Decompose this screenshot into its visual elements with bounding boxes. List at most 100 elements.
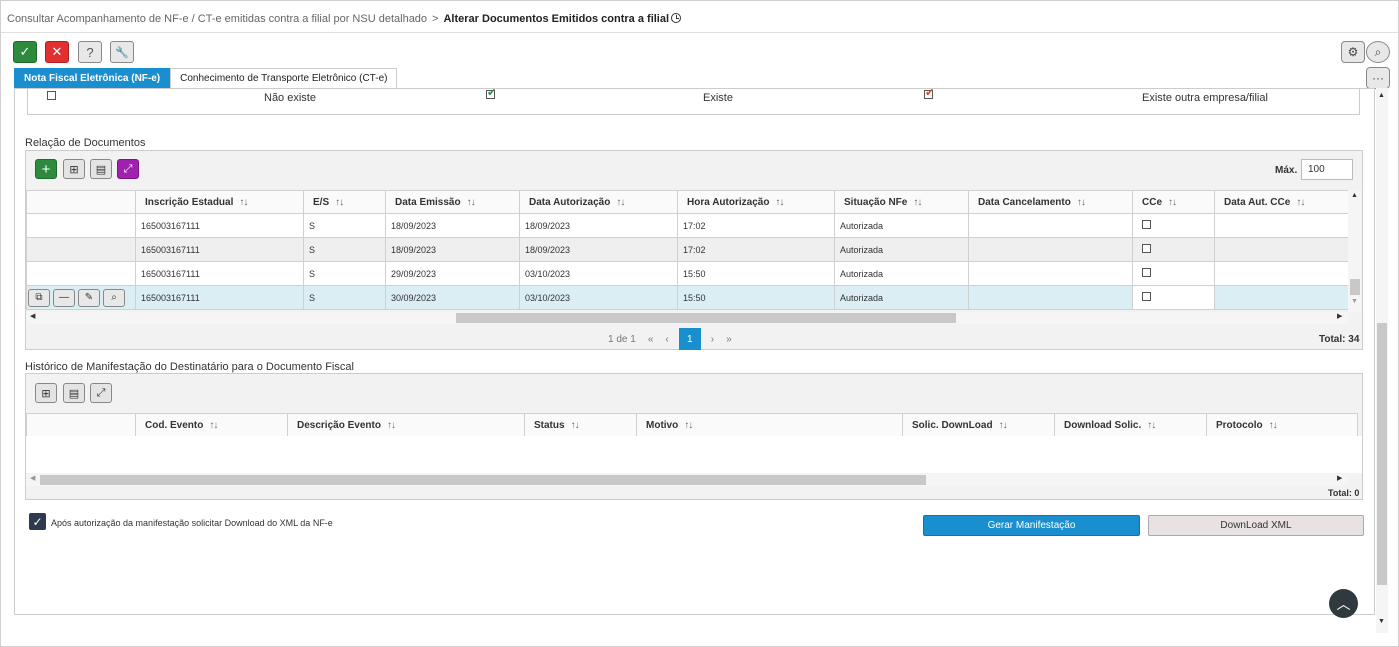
scroll-down-icon[interactable]: ▼ [1378, 618, 1385, 625]
scroll-up-icon[interactable]: ▲ [1351, 192, 1358, 199]
tools-button[interactable]: 🔧 [110, 41, 134, 63]
table-header: Cod. Evento ↑↓ Descrição Evento ↑↓ Status ↑… [26, 413, 1358, 437]
expand-button[interactable]: ⤢ [117, 159, 139, 179]
add-row-button[interactable]: + [35, 159, 57, 179]
scroll-right-icon[interactable]: ▶ [1337, 474, 1342, 482]
prev-page-button[interactable]: ‹ [665, 334, 668, 345]
table-row[interactable]: 165003167111 S 18/09/2023 18/09/2023 17:… [26, 237, 1349, 262]
col-cce[interactable]: CCe ↑↓ [1132, 190, 1215, 214]
divider [1, 32, 1398, 33]
col-protocolo[interactable]: Protocolo ↑↓ [1206, 413, 1358, 437]
scroll-right-icon[interactable]: ▶ [1337, 312, 1342, 320]
col-situacao[interactable]: Situação NFe ↑↓ [834, 190, 969, 214]
scrollbar-thumb[interactable] [1377, 323, 1387, 585]
col-status[interactable]: Status ↑↓ [524, 413, 637, 437]
search-icon[interactable]: ⌕ [103, 288, 125, 307]
tab-nfe[interactable]: Nota Fiscal Eletrônica (NF-e) [14, 68, 171, 88]
generate-manifest-button[interactable]: Gerar Manifestação [923, 515, 1140, 536]
scrollbar-thumb[interactable] [40, 475, 926, 485]
settings-button[interactable]: ⚙ [1341, 41, 1365, 63]
search-icon: ⌕ [1374, 44, 1382, 59]
pencil-icon[interactable]: ✎ [78, 288, 100, 307]
search-button[interactable]: ⌕ [1366, 41, 1390, 63]
scroll-down-icon[interactable]: ▼ [1351, 298, 1358, 305]
download-xml-button[interactable]: DownLoad XML [1148, 515, 1364, 536]
col-hora-autorizacao[interactable]: Hora Autorização ↑↓ [677, 190, 835, 214]
sort-icon: ↑↓ [1268, 419, 1278, 431]
table-horizontal-scrollbar[interactable]: ◀ ▶ [26, 312, 1348, 324]
col-es[interactable]: E/S ↑↓ [303, 190, 386, 214]
cce-checkbox[interactable] [1142, 268, 1151, 277]
breadcrumb: Consultar Acompanhamento de NF-e / CT-e … [7, 13, 682, 25]
more-button[interactable]: ··· [1366, 67, 1390, 89]
history-horizontal-scrollbar[interactable]: ◀ ▶ [26, 474, 1348, 486]
history-export-button[interactable]: ▤ [63, 383, 85, 403]
sort-icon: ↑↓ [913, 196, 922, 208]
table-header: Inscrição Estadual ↑↓ E/S ↑↓ Data Emissão ↑… [26, 190, 1349, 214]
table-vertical-scrollbar[interactable]: ▲ ▼ [1348, 190, 1362, 312]
scrollbar-thumb[interactable] [1350, 279, 1360, 295]
expand-icon: ⤢ [123, 162, 133, 175]
col-data-autorizacao[interactable]: Data Autorização ↑↓ [519, 190, 678, 214]
table-row-selected[interactable]: ⧉ — ✎ ⌕ 165003167111 S 30/09/2023 03/10/… [26, 285, 1349, 310]
col-data-cancelamento[interactable]: Data Cancelamento ↑↓ [968, 190, 1133, 214]
max-rows-input[interactable]: 100 [1301, 159, 1353, 180]
cce-checkbox[interactable] [1142, 244, 1151, 253]
sort-icon: ↑↓ [386, 419, 396, 431]
gear-icon: ⚙ [1347, 45, 1359, 59]
col-inscricao[interactable]: Inscrição Estadual ↑↓ [135, 190, 304, 214]
scroll-up-icon[interactable]: ▲ [1378, 92, 1385, 99]
cell-cancelamento [968, 261, 1133, 286]
download-xml-checkbox[interactable]: ✓ [29, 513, 46, 530]
col-data-aut-cce[interactable]: Data Aut. CCe ↑↓ [1214, 190, 1349, 214]
cell-autorizacao: 18/09/2023 [519, 213, 678, 238]
cell-autorizacao: 03/10/2023 [519, 285, 678, 310]
scroll-left-icon[interactable]: ◀ [30, 312, 35, 320]
cell-situacao: Autorizada [834, 237, 969, 262]
col-motivo[interactable]: Motivo ↑↓ [636, 413, 903, 437]
history-total: Total: 0 [1328, 488, 1360, 498]
cell-emissao: 30/09/2023 [385, 285, 520, 310]
cell-situacao: Autorizada [834, 213, 969, 238]
scrollbar-thumb[interactable] [456, 313, 956, 323]
col-data-emissao[interactable]: Data Emissão ↑↓ [385, 190, 520, 214]
minus-icon[interactable]: — [53, 288, 75, 307]
col-descricao-evento[interactable]: Descrição Evento ↑↓ [287, 413, 525, 437]
sort-icon: ↑↓ [239, 196, 248, 208]
table-row[interactable]: 165003167111 S 29/09/2023 03/10/2023 15:… [26, 261, 1349, 286]
row-actions: ⧉ — ✎ ⌕ [28, 288, 135, 307]
export-button[interactable]: ▤ [90, 159, 112, 179]
clock-icon[interactable] [671, 13, 682, 23]
grid-view-button[interactable]: ⊞ [63, 159, 85, 179]
page-vertical-scrollbar[interactable]: ▲ ▼ [1376, 88, 1388, 633]
cell-ie: 165003167111 [135, 237, 304, 262]
history-expand-button[interactable]: ⤢ [90, 383, 112, 403]
cce-checkbox[interactable] [1142, 220, 1151, 229]
sort-icon: ↑↓ [209, 419, 218, 431]
cell-ie: 165003167111 [135, 285, 304, 310]
help-button[interactable]: ? [78, 41, 102, 63]
col-cod-evento[interactable]: Cod. Evento ↑↓ [135, 413, 288, 437]
next-page-button[interactable]: › [711, 334, 714, 345]
cce-checkbox[interactable] [1142, 292, 1151, 301]
first-page-button[interactable]: « [648, 334, 654, 345]
scroll-left-icon[interactable]: ◀ [30, 474, 35, 482]
table-row[interactable]: 165003167111 S 18/09/2023 18/09/2023 17:… [26, 213, 1349, 238]
col-download-solic[interactable]: Download Solic. ↑↓ [1054, 413, 1207, 437]
confirm-button[interactable]: ✓ [13, 41, 37, 63]
tab-cte[interactable]: Conhecimento de Transporte Eletrônico (C… [170, 68, 398, 88]
sort-icon: ↑↓ [1168, 196, 1177, 208]
breadcrumb-separator: > [432, 13, 439, 25]
copy-icon[interactable]: ⧉ [28, 288, 50, 307]
current-page-button[interactable]: 1 [678, 328, 701, 350]
col-solic-download[interactable]: Solic. DownLoad ↑↓ [902, 413, 1055, 437]
cancel-button[interactable]: ✕ [45, 41, 69, 63]
legend-red-check-icon [924, 89, 934, 99]
scroll-top-button[interactable]: ︿ [1329, 589, 1358, 618]
history-grid-view-button[interactable]: ⊞ [35, 383, 57, 403]
legend-not-exists: Não existe [264, 92, 316, 104]
cell-hora: 17:02 [677, 213, 835, 238]
last-page-button[interactable]: » [726, 334, 732, 345]
sort-icon: ↑↓ [335, 196, 344, 208]
breadcrumb-parent[interactable]: Consultar Acompanhamento de NF-e / CT-e … [7, 13, 427, 25]
